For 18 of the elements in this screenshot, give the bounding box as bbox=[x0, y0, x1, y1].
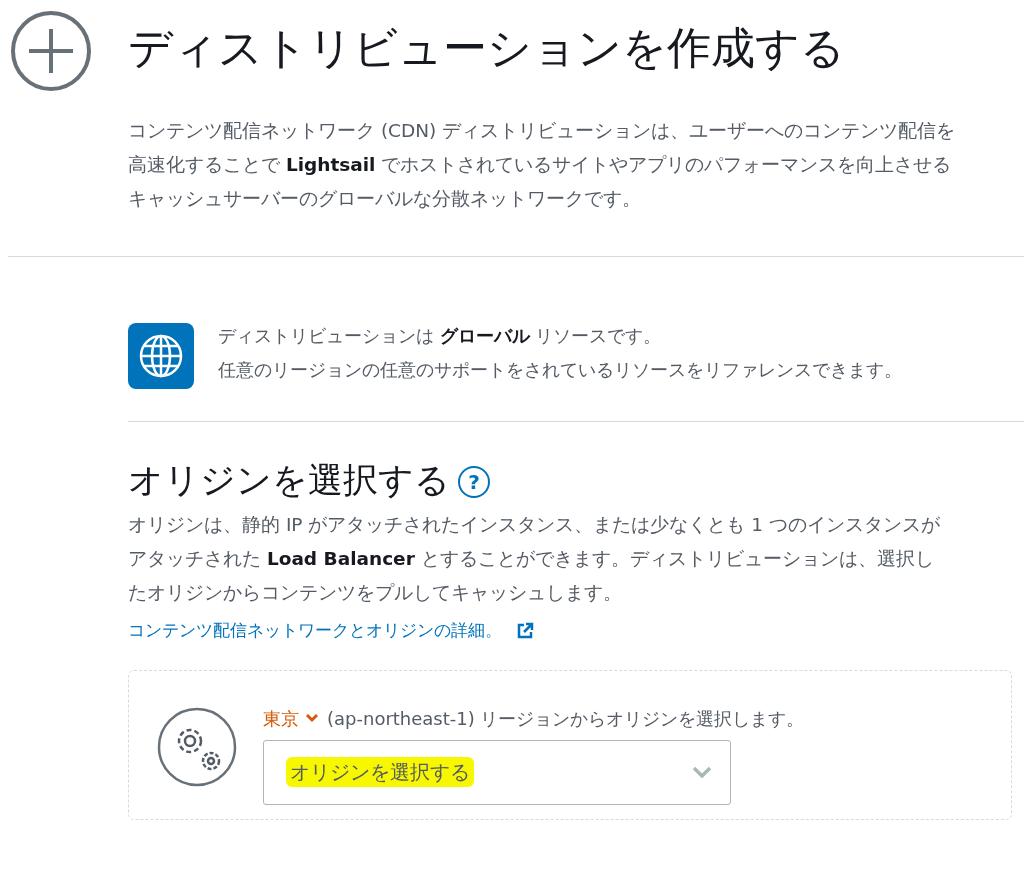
page-title: ディストリビューションを作成する bbox=[128, 21, 846, 75]
gears-icon bbox=[157, 706, 237, 787]
notice-text: 任意のリージョンの任意のサポートをされているリソースをリファレンスできます。 bbox=[218, 358, 903, 382]
chevron-down-icon bbox=[692, 766, 712, 778]
origin-select[interactable]: オリジンを選択する bbox=[263, 739, 731, 805]
external-link-icon bbox=[516, 621, 534, 640]
notice-text: ディストリビューションは グローバル リソースです。 bbox=[218, 324, 663, 348]
region-selector[interactable]: 東京 bbox=[263, 704, 319, 732]
globe-icon bbox=[128, 323, 194, 389]
details-link[interactable]: コンテンツ配信ネットワークとオリジンの詳細。 bbox=[128, 618, 502, 644]
help-button[interactable]: ? bbox=[458, 466, 490, 498]
select-placeholder: オリジンを選択する bbox=[286, 757, 474, 787]
chevron-down-icon bbox=[305, 713, 319, 723]
section-heading: オリジンを選択する bbox=[128, 459, 450, 502]
description-text: コンテンツ配信ネットワーク (CDN) ディストリビューションは、ユーザーへのコンテンツ配信を高速化することで Lightsail でホストされているサイトやアプリのパフォーマンスを向上させるキャッシュサーバーのグローバルな分散ネットワークです。 bbox=[128, 119, 957, 211]
region-text: (ap-northeast-1) リージョンからオリジンを選択します。 bbox=[327, 706, 805, 731]
description-text: オリジンは、静的 IP がアタッチされたインスタンス、または少なくとも 1 つのインスタンスがアタッチされた Load Balancer とすることができます。ディストリビューションは、選択したオリジンからコンテンツをプルしてキャッシュします。 bbox=[128, 513, 941, 605]
plus-circle-icon bbox=[10, 10, 92, 92]
